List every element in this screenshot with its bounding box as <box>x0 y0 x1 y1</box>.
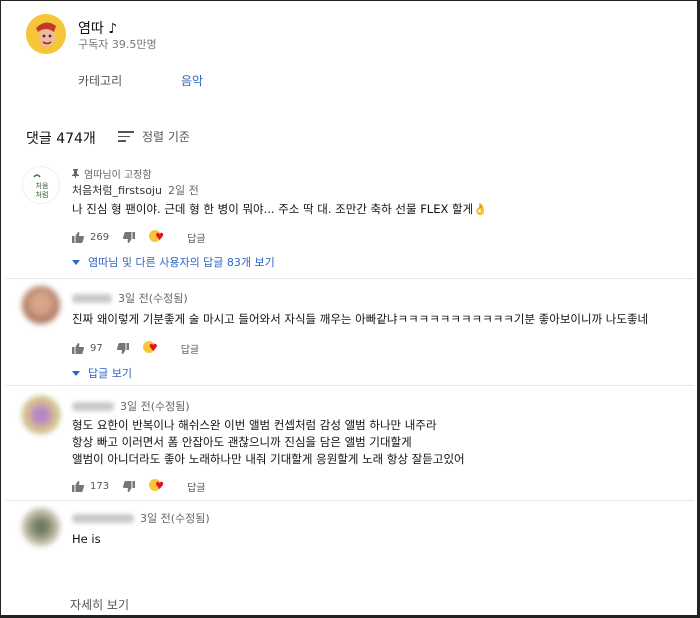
author-redacted[interactable] <box>72 401 114 411</box>
comment-text-line: 앨범이 아니더라도 좋아 노래하나만 내줘 기대할게 응원할게 노래 항상 잘듣… <box>72 452 465 466</box>
comment-text: 나 진심 형 팬이야. 근데 형 한 병이 뭐야... 주소 딱 대. 조만간 … <box>72 202 488 216</box>
creator-heart-icon: ♥ <box>142 341 159 355</box>
thumbs-down-icon <box>116 342 129 354</box>
comment-text: He is <box>72 532 101 546</box>
thumbs-up-icon <box>72 342 84 354</box>
thumbs-up-icon <box>72 231 84 243</box>
like-button[interactable]: 269 <box>72 231 110 243</box>
creator-heart-icon: ♥ <box>149 230 165 244</box>
comment-count: 댓글 474개 <box>26 131 96 147</box>
pinned-label: 염따님이 고정함 <box>72 166 694 181</box>
svg-text:처음: 처음 <box>36 181 49 190</box>
comment-time[interactable]: 3일 전(수정됨) <box>140 510 210 526</box>
tab-music[interactable]: 음악 <box>181 72 203 89</box>
creator-heart-icon: ♥ <box>149 479 165 493</box>
view-replies-link[interactable]: 답글 보기 <box>72 365 694 381</box>
author-redacted[interactable] <box>72 293 112 303</box>
dislike-button[interactable] <box>123 231 136 243</box>
view-replies-link[interactable]: 염따님 및 다른 사용자의 답글 83개 보기 <box>72 254 694 270</box>
like-count: 97 <box>90 342 103 354</box>
channel-avatar[interactable] <box>26 14 66 54</box>
thumbs-down-icon <box>123 480 136 492</box>
like-button[interactable]: 173 <box>72 480 110 492</box>
avatar[interactable] <box>22 508 60 546</box>
svg-text:처럼: 처럼 <box>36 190 49 199</box>
comment-text-line: 항상 빠고 이러면서 폼 안잡아도 괜찮으니까 진심을 담은 앨범 기대할게 <box>72 435 412 449</box>
subscriber-count: 구독자 39.5만명 <box>78 38 157 51</box>
avatar[interactable] <box>22 396 60 434</box>
comment-text-line: 형도 요한이 반복이나 해쉬스완 이번 앨범 컨셉처럼 감성 앨범 하나만 내주… <box>72 418 437 432</box>
chevron-down-icon <box>72 370 80 376</box>
reply-button[interactable]: 답글 <box>181 341 199 356</box>
divider <box>6 500 694 501</box>
thumbs-up-icon <box>72 480 84 492</box>
comment-text: 진짜 왜이렇게 기분좋게 술 마시고 들어와서 자식들 깨우는 아빠같냐ㅋㅋㅋㅋ… <box>72 312 649 326</box>
reply-button[interactable]: 답글 <box>187 479 205 494</box>
like-count: 173 <box>90 480 110 492</box>
sort-label: 정렬 기준 <box>142 130 190 144</box>
dislike-button[interactable] <box>123 480 136 492</box>
like-count: 269 <box>90 231 110 243</box>
sort-icon <box>118 131 134 142</box>
channel-name[interactable]: 염따 ♪ <box>78 18 117 38</box>
comment-time[interactable]: 2일 전 <box>168 182 199 198</box>
thumbs-down-icon <box>123 231 136 243</box>
tab-category[interactable]: 카테고리 <box>78 72 122 89</box>
reply-button[interactable]: 답글 <box>187 230 205 245</box>
comment-time[interactable]: 3일 전(수정됨) <box>120 398 190 414</box>
comment-author[interactable]: 처음처럼_firstsoju <box>72 182 162 198</box>
dislike-button[interactable] <box>116 342 129 354</box>
avatar[interactable]: 처음 처럼 <box>22 166 60 204</box>
divider <box>6 278 694 279</box>
pin-icon <box>72 168 79 178</box>
show-more-button[interactable]: 자세히 보기 <box>70 596 129 613</box>
avatar[interactable] <box>22 286 60 324</box>
divider <box>6 385 694 386</box>
sort-button[interactable]: 정렬 기준 <box>118 128 190 145</box>
like-button[interactable]: 97 <box>72 342 103 354</box>
comment-time[interactable]: 3일 전(수정됨) <box>118 290 188 306</box>
chevron-down-icon <box>72 259 80 265</box>
author-redacted[interactable] <box>72 513 134 523</box>
